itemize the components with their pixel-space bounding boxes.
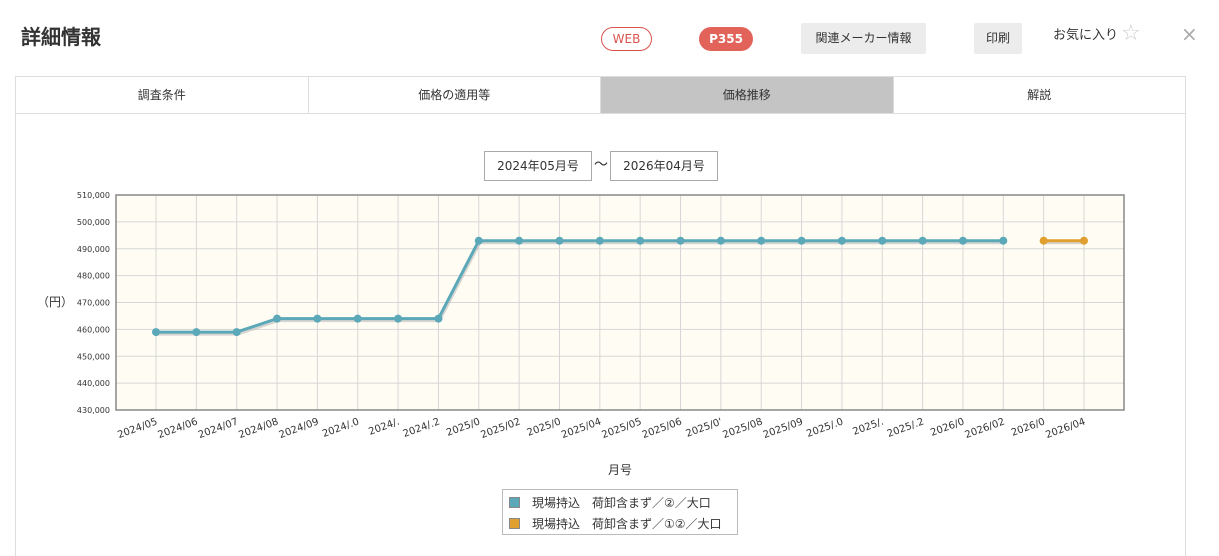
data-point-series-1	[595, 236, 604, 245]
x-tick-label: 2025/09	[762, 416, 805, 441]
data-point-series-1	[434, 314, 443, 323]
x-tick-label: 2025/08	[721, 416, 764, 441]
legend-label-series-2: 現場持込 荷卸含まず／①②／大口	[532, 517, 722, 531]
data-point-series-1	[757, 236, 766, 245]
data-point-series-1	[958, 236, 967, 245]
x-tick-label: 2024/.2	[402, 416, 442, 439]
y-tick-label: 500,000	[77, 218, 110, 227]
legend-item[interactable]: 現場持込 荷卸含まず／①②／大口	[509, 513, 737, 534]
data-point-series-1	[918, 236, 927, 245]
x-tick-label: 2025/0'	[684, 416, 723, 439]
x-tick-label: 2024/.0	[321, 416, 361, 439]
x-tick-label: 2025/04	[560, 416, 603, 441]
data-point-series-1	[353, 314, 362, 323]
legend-item[interactable]: 現場持込 荷卸含まず／②／大口	[509, 492, 737, 513]
chart-legend: 現場持込 荷卸含まず／②／大口 現場持込 荷卸含まず／①②／大口	[502, 489, 738, 535]
y-tick-label: 480,000	[77, 272, 110, 281]
data-point-series-1	[837, 236, 846, 245]
x-tick-label: 2026/0	[929, 416, 966, 438]
legend-swatch-series-2	[509, 518, 520, 529]
x-tick-label: 2025/0	[445, 416, 482, 438]
y-tick-label: 510,000	[77, 191, 110, 200]
data-point-series-1	[232, 328, 241, 337]
data-point-series-1	[878, 236, 887, 245]
y-tick-label: 490,000	[77, 245, 110, 254]
x-tick-label: 2024/07	[197, 416, 240, 441]
y-axis-label: （円）	[37, 295, 74, 309]
x-tick-label: 2024/05	[116, 416, 159, 441]
x-tick-label: 2024/06	[157, 416, 200, 441]
y-tick-label: 470,000	[77, 299, 110, 308]
x-tick-label: 2025/06	[641, 416, 684, 441]
x-tick-label: 2024/09	[278, 416, 321, 441]
x-tick-label: 2025/.0	[805, 416, 845, 439]
data-point-series-1	[797, 236, 806, 245]
x-tick-label: 2025/0	[526, 416, 563, 438]
data-point-series-1	[555, 236, 564, 245]
x-tick-label: 2025/02	[479, 416, 522, 441]
data-point-series-2	[1039, 236, 1048, 245]
data-point-series-1	[515, 236, 524, 245]
data-point-series-1	[999, 236, 1008, 245]
y-tick-label: 440,000	[77, 379, 110, 388]
data-point-series-1	[394, 314, 403, 323]
x-axis-label: 月号	[607, 463, 632, 477]
x-tick-label: 2026/02	[964, 416, 1007, 441]
x-tick-label: 2024/.	[367, 416, 401, 437]
data-point-series-1	[676, 236, 685, 245]
data-point-series-1	[716, 236, 725, 245]
data-point-series-1	[313, 314, 322, 323]
data-point-series-1	[636, 236, 645, 245]
data-point-series-1	[152, 328, 160, 337]
data-point-series-1	[192, 328, 201, 337]
x-tick-label: 2026/04	[1044, 416, 1087, 441]
x-tick-label: 2026/0	[1010, 416, 1047, 438]
y-tick-label: 430,000	[77, 406, 110, 415]
y-tick-label: 450,000	[77, 352, 110, 361]
legend-label-series-1: 現場持込 荷卸含まず／②／大口	[532, 496, 711, 510]
legend-swatch-series-1	[509, 497, 520, 508]
x-tick-label: 2024/08	[237, 416, 280, 441]
data-point-series-1	[474, 236, 483, 245]
x-tick-label: 2025/.2	[886, 416, 926, 439]
x-tick-label: 2025/.	[851, 416, 885, 437]
data-point-series-2	[1080, 236, 1088, 245]
data-point-series-1	[273, 314, 282, 323]
x-tick-label: 2025/05	[600, 416, 643, 441]
y-tick-label: 460,000	[77, 325, 110, 334]
